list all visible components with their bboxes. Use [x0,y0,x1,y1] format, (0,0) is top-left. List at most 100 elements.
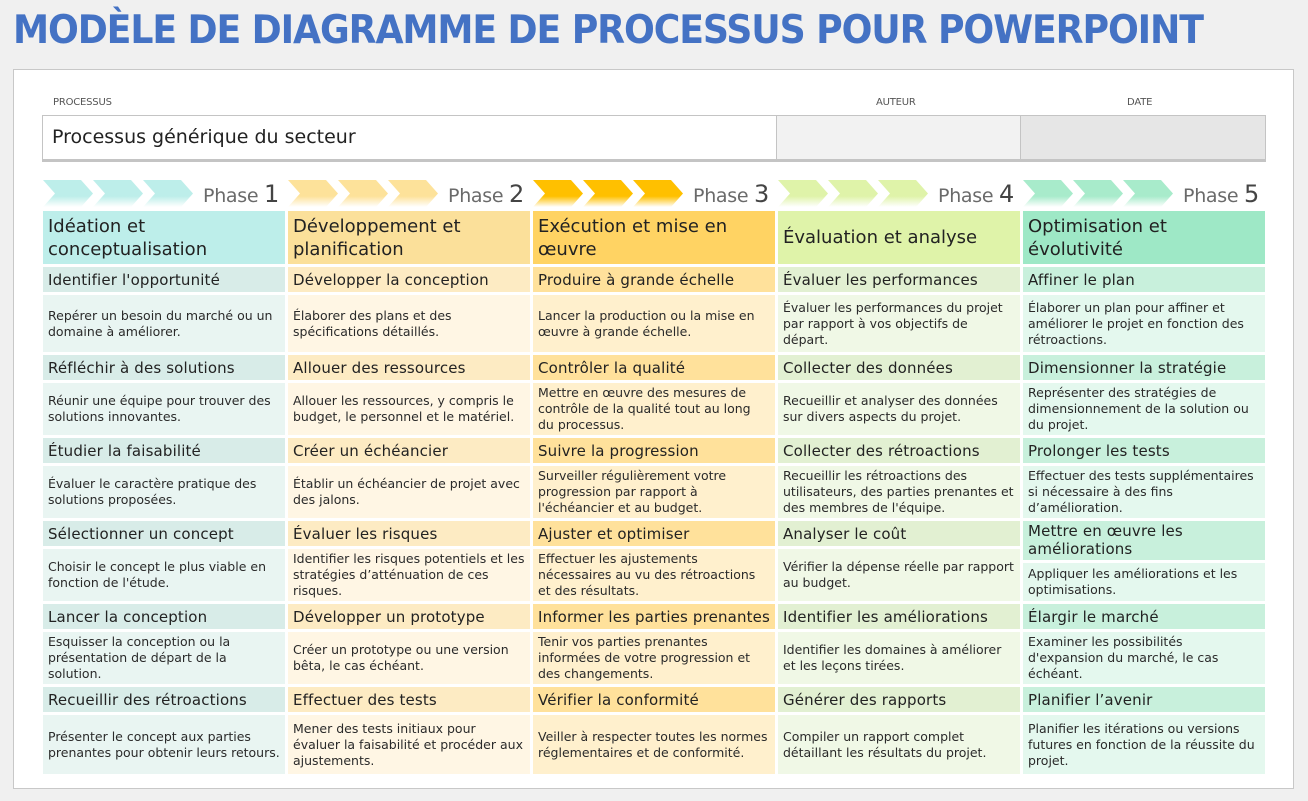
phase-number: 5 [1244,180,1259,208]
phase-number: 3 [754,180,769,208]
task-title: Étudier la faisabilité [43,438,285,463]
task-title: Planifier l’avenir [1023,687,1265,712]
chevron-arrows-icon [1023,180,1173,207]
task-title: Évaluer les performances [778,267,1020,292]
phase-title: Développement et planification [288,211,530,264]
task-description: Évaluer les performances du projet par r… [778,295,1020,352]
chevron-shape [533,180,583,207]
task-description: Esquisser la conception ou la présentati… [43,632,285,684]
phase-title: Idéation et conceptualisation [43,211,285,264]
task-description: Représenter des stratégies de dimensionn… [1023,383,1265,435]
task-description: Effectuer des tests supplémentaires si n… [1023,466,1265,518]
task-title: Analyser le coût [778,521,1020,546]
task-title: Élargir le marché [1023,604,1265,629]
task-description: Lancer la production ou la mise en œuvre… [533,295,775,352]
task-title: Ajuster et optimiser [533,521,775,546]
task-title: Sélectionner un concept [43,521,285,546]
chevron-shape [388,180,438,207]
task-title: Mettre en œuvre les améliorations [1023,521,1265,560]
task-title: Effectuer des tests [288,687,530,712]
task-description: Repérer un besoin du marché ou un domain… [43,295,285,352]
chevron-shape [878,180,928,207]
task-title: Générer des rapports [778,687,1020,712]
task-title: Recueillir des rétroactions [43,687,285,712]
task-description: Compiler un rapport complet détaillant l… [778,715,1020,774]
task-title: Contrôler la qualité [533,355,775,380]
phase-header: Phase 3 [533,178,775,208]
chevron-shape [828,180,878,207]
phase-word: Phase [938,185,994,207]
task-title: Réfléchir à des solutions [43,355,285,380]
task-description: Créer un prototype ou une version bêta, … [288,632,530,684]
phase-header: Phase 1 [43,178,285,208]
phase-number: 4 [999,180,1014,208]
task-description: Recueillir et analyser des données sur d… [778,383,1020,435]
phase-title: Optimisation et évolutivité [1023,211,1265,264]
chevron-shape [43,180,93,207]
task-description: Réunir une équipe pour trouver des solut… [43,383,285,435]
author-label: AUTEUR [876,97,916,108]
chevron-shape [93,180,143,207]
task-description: Identifier les risques potentiels et les… [288,549,530,601]
phase-label: Phase 3 [693,180,769,208]
header-fields: Processus générique du secteur [42,115,1266,162]
task-description: Vérifier la dépense réelle par rapport a… [778,549,1020,601]
task-title: Affiner le plan [1023,267,1265,292]
task-description: Allouer les ressources, y compris le bud… [288,383,530,435]
task-description: Élaborer des plans et des spécifications… [288,295,530,352]
process-name-field[interactable]: Processus générique du secteur [43,116,777,159]
chevron-shape [288,180,338,207]
task-title: Collecter des rétroactions [778,438,1020,463]
chevron-arrows-icon [288,180,438,207]
process-sheet: PROCESSUS AUTEUR DATE Processus génériqu… [13,69,1294,789]
task-title: Allouer des ressources [288,355,530,380]
task-title: Développer un prototype [288,604,530,629]
chevron-shape [633,180,683,207]
task-title: Informer les parties prenantes [533,604,775,629]
task-title: Créer un échéancier [288,438,530,463]
task-description: Surveiller régulièrement votre progressi… [533,466,775,518]
phase-header: Phase 2 [288,178,530,208]
phase-column-4: Phase 4 Évaluation et analyse Évaluer les … [778,178,1020,774]
task-title: Collecter des données [778,355,1020,380]
phase-column-1: Phase 1 Idéation et conceptualisation Iden… [43,178,285,774]
date-field[interactable] [1021,116,1265,159]
chevron-shape [1073,180,1123,207]
task-description: Effectuer les ajustements nécessaires au… [533,549,775,601]
phase-header: Phase 4 [778,178,1020,208]
task-description: Appliquer les améliorations et les optim… [1023,563,1265,601]
phase-grid: Phase 1 Idéation et conceptualisation Iden… [43,178,1265,774]
task-description: Tenir vos parties prenantes informées de… [533,632,775,684]
chevron-shape [583,180,633,207]
date-label: DATE [1127,97,1153,108]
chevron-arrows-icon [533,180,683,207]
task-title: Identifier l'opportunité [43,267,285,292]
task-title: Développer la conception [288,267,530,292]
phase-label: Phase 2 [448,180,524,208]
author-field[interactable] [777,116,1021,159]
task-description: Choisir le concept le plus viable en fon… [43,549,285,601]
task-title: Lancer la conception [43,604,285,629]
page-title: MODÈLE DE DIAGRAMME DE PROCESSUS POUR PO… [13,8,1204,53]
phase-label: Phase 5 [1183,180,1259,208]
task-title: Vérifier la conformité [533,687,775,712]
phase-column-3: Phase 3 Exécution et mise en œuvre Produir… [533,178,775,774]
task-title: Prolonger les tests [1023,438,1265,463]
phase-word: Phase [448,185,504,207]
phase-number: 1 [264,180,279,208]
task-description: Présenter le concept aux parties prenant… [43,715,285,774]
phase-column-5: Phase 5 Optimisation et évolutivité Affine… [1023,178,1265,774]
task-description: Mettre en œuvre des mesures de contrôle … [533,383,775,435]
chevron-arrows-icon [778,180,928,207]
task-description: Veiller à respecter toutes les normes ré… [533,715,775,774]
chevron-shape [1123,180,1173,207]
task-description: Examiner les possibilités d'expansion du… [1023,632,1265,684]
task-description: Établir un échéancier de projet avec des… [288,466,530,518]
phase-title: Évaluation et analyse [778,211,1020,264]
phase-word: Phase [1183,185,1239,207]
phase-number: 2 [509,180,524,208]
task-title: Suivre la progression [533,438,775,463]
chevron-shape [778,180,828,207]
task-description: Évaluer le caractère pratique des soluti… [43,466,285,518]
phase-column-2: Phase 2 Développement et planification Dév… [288,178,530,774]
